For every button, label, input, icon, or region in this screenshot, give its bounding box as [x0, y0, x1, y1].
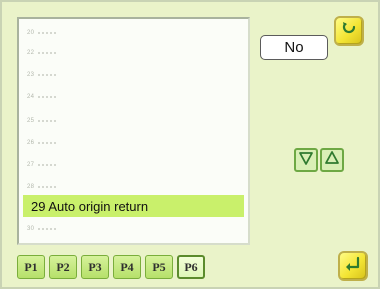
list-item-number: 20 [27, 30, 35, 36]
list-item-number: 24 [27, 94, 35, 100]
list-item-number: 27 [27, 162, 35, 168]
page-button-p6[interactable]: P6 [177, 255, 205, 279]
triangle-down-icon [298, 150, 314, 171]
list-item[interactable]: 22 [23, 43, 244, 63]
enter-arrow-icon [344, 255, 362, 278]
list-item[interactable]: 23 [23, 65, 244, 85]
list-item[interactable]: 25 [23, 111, 244, 131]
list-item[interactable]: 28 [23, 177, 244, 197]
scroll-down-button[interactable] [294, 148, 318, 172]
list-item-number: 25 [27, 118, 35, 124]
page-button-p3[interactable]: P3 [81, 255, 109, 279]
list-item-selected[interactable]: 29 Auto origin return [23, 195, 244, 217]
list-item-number: 23 [27, 72, 35, 78]
list-item[interactable]: 30 [23, 219, 244, 239]
list-item[interactable]: 24 [23, 87, 244, 107]
page-tabs: P1 P2 P3 P4 P5 P6 [17, 255, 205, 279]
list-item-number: 28 [27, 184, 35, 190]
screen: 20 22 23 24 25 26 27 28 29 Auto origin r… [0, 0, 380, 289]
list-item[interactable]: 26 [23, 133, 244, 153]
triangle-up-icon [324, 150, 340, 171]
page-button-p1[interactable]: P1 [17, 255, 45, 279]
value-display[interactable]: No [260, 35, 328, 60]
scroll-up-button[interactable] [320, 148, 344, 172]
list-item-number: 22 [27, 50, 35, 56]
back-button[interactable] [334, 16, 364, 46]
page-button-p4[interactable]: P4 [113, 255, 141, 279]
page-button-p5[interactable]: P5 [145, 255, 173, 279]
list-item[interactable]: 20 [23, 23, 244, 43]
list-item[interactable]: 27 [23, 155, 244, 175]
page-button-p2[interactable]: P2 [49, 255, 77, 279]
selected-item-label: 29 Auto origin return [31, 198, 149, 214]
list-item-number: 26 [27, 140, 35, 146]
list-item-number: 30 [27, 226, 35, 232]
return-arrow-icon [340, 20, 358, 43]
item-list[interactable]: 20 22 23 24 25 26 27 28 29 Auto origin r… [17, 17, 250, 245]
enter-button[interactable] [338, 251, 368, 281]
